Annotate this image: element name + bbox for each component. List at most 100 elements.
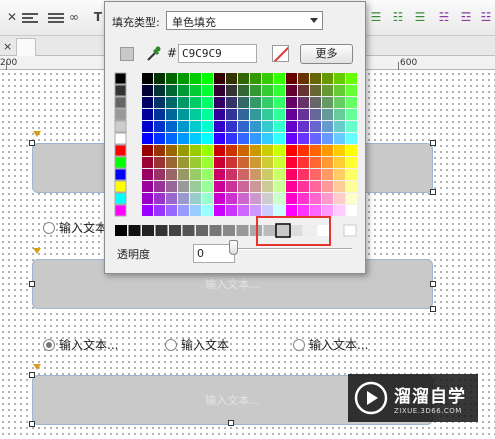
no-fill-icon[interactable] bbox=[272, 45, 289, 62]
color-swatch[interactable] bbox=[154, 121, 165, 132]
resize-handle[interactable] bbox=[430, 140, 436, 146]
color-swatch[interactable] bbox=[226, 145, 237, 156]
resize-handle[interactable] bbox=[430, 306, 436, 312]
color-swatch[interactable] bbox=[346, 73, 357, 84]
color-swatch[interactable] bbox=[334, 169, 345, 180]
color-swatch[interactable] bbox=[214, 97, 225, 108]
color-swatch[interactable] bbox=[202, 85, 213, 96]
color-swatch[interactable] bbox=[322, 121, 333, 132]
color-swatch[interactable] bbox=[322, 73, 333, 84]
color-swatch[interactable] bbox=[346, 169, 357, 180]
color-swatch[interactable] bbox=[226, 205, 237, 216]
color-swatch[interactable] bbox=[238, 157, 249, 168]
bold-icon[interactable]: ✕ bbox=[4, 9, 20, 25]
color-swatch[interactable] bbox=[142, 205, 153, 216]
color-swatch[interactable] bbox=[322, 85, 333, 96]
color-swatch[interactable] bbox=[250, 181, 261, 192]
color-swatch[interactable] bbox=[274, 181, 285, 192]
color-swatch[interactable] bbox=[154, 169, 165, 180]
color-swatch[interactable] bbox=[154, 85, 165, 96]
color-swatch[interactable] bbox=[166, 85, 177, 96]
color-swatch[interactable] bbox=[114, 156, 127, 169]
color-swatch[interactable] bbox=[310, 73, 321, 84]
color-swatch[interactable] bbox=[250, 157, 261, 168]
color-swatch[interactable] bbox=[286, 97, 297, 108]
color-swatch[interactable] bbox=[178, 145, 189, 156]
color-swatch[interactable] bbox=[322, 145, 333, 156]
resize-handle[interactable] bbox=[430, 189, 436, 195]
color-swatch[interactable] bbox=[202, 121, 213, 132]
color-swatch[interactable] bbox=[166, 121, 177, 132]
color-swatch[interactable] bbox=[274, 193, 285, 204]
align-left-icon[interactable] bbox=[22, 9, 38, 25]
color-swatch[interactable] bbox=[310, 109, 321, 120]
color-swatch[interactable] bbox=[226, 97, 237, 108]
color-swatch[interactable] bbox=[154, 181, 165, 192]
color-swatch[interactable] bbox=[190, 97, 201, 108]
color-swatch[interactable] bbox=[238, 73, 249, 84]
color-swatch[interactable] bbox=[114, 108, 127, 121]
color-swatch[interactable] bbox=[346, 205, 357, 216]
color-swatch[interactable] bbox=[250, 133, 261, 144]
color-swatch[interactable] bbox=[226, 133, 237, 144]
color-swatch[interactable] bbox=[214, 193, 225, 204]
color-swatch[interactable] bbox=[142, 97, 153, 108]
color-swatch[interactable] bbox=[310, 145, 321, 156]
color-swatch[interactable] bbox=[190, 205, 201, 216]
color-swatch[interactable] bbox=[346, 121, 357, 132]
close-tab-icon[interactable]: × bbox=[3, 40, 12, 53]
color-swatch[interactable] bbox=[154, 205, 165, 216]
color-swatch[interactable] bbox=[154, 109, 165, 120]
color-swatch[interactable] bbox=[286, 133, 297, 144]
color-swatch[interactable] bbox=[178, 73, 189, 84]
color-swatch[interactable] bbox=[214, 145, 225, 156]
color-swatch[interactable] bbox=[346, 157, 357, 168]
color-swatch[interactable] bbox=[250, 193, 261, 204]
color-swatch[interactable] bbox=[298, 85, 309, 96]
color-swatch[interactable] bbox=[298, 109, 309, 120]
color-swatch[interactable] bbox=[178, 193, 189, 204]
color-swatch[interactable] bbox=[142, 169, 153, 180]
color-swatch[interactable] bbox=[154, 133, 165, 144]
color-swatch[interactable] bbox=[154, 193, 165, 204]
color-swatch[interactable] bbox=[114, 120, 127, 133]
color-swatch[interactable] bbox=[262, 145, 273, 156]
color-swatch[interactable] bbox=[322, 193, 333, 204]
color-swatch[interactable] bbox=[262, 73, 273, 84]
color-palette-grid[interactable] bbox=[114, 72, 358, 238]
color-swatch[interactable] bbox=[214, 181, 225, 192]
color-swatch[interactable] bbox=[142, 145, 153, 156]
color-swatch[interactable] bbox=[334, 205, 345, 216]
color-swatch[interactable] bbox=[286, 85, 297, 96]
color-swatch[interactable] bbox=[310, 169, 321, 180]
color-swatch[interactable] bbox=[250, 97, 261, 108]
color-swatch[interactable] bbox=[114, 168, 127, 181]
color-swatch[interactable] bbox=[274, 73, 285, 84]
color-swatch[interactable] bbox=[214, 205, 225, 216]
color-swatch[interactable] bbox=[202, 133, 213, 144]
more-colors-button[interactable]: 更多 bbox=[300, 44, 353, 64]
color-swatch[interactable] bbox=[310, 193, 321, 204]
radio-option-1[interactable]: 输入文本 bbox=[43, 219, 107, 236]
color-swatch[interactable] bbox=[274, 85, 285, 96]
resize-handle[interactable] bbox=[430, 281, 436, 287]
color-swatch[interactable] bbox=[274, 97, 285, 108]
color-swatch[interactable] bbox=[142, 133, 153, 144]
grey-swatch[interactable] bbox=[128, 225, 141, 236]
color-swatch[interactable] bbox=[142, 193, 153, 204]
color-swatch[interactable] bbox=[298, 73, 309, 84]
color-swatch[interactable] bbox=[238, 205, 249, 216]
color-swatch[interactable] bbox=[202, 109, 213, 120]
color-swatch[interactable] bbox=[346, 97, 357, 108]
color-swatch[interactable] bbox=[334, 133, 345, 144]
color-swatch[interactable] bbox=[178, 205, 189, 216]
grey-swatch[interactable] bbox=[182, 225, 195, 236]
color-swatch[interactable] bbox=[238, 97, 249, 108]
color-swatch[interactable] bbox=[334, 121, 345, 132]
color-swatch[interactable] bbox=[178, 157, 189, 168]
color-swatch[interactable] bbox=[322, 205, 333, 216]
color-swatch[interactable] bbox=[298, 157, 309, 168]
grey-swatch[interactable] bbox=[169, 225, 181, 236]
grey-swatch[interactable] bbox=[142, 225, 154, 236]
color-swatch[interactable] bbox=[274, 169, 285, 180]
